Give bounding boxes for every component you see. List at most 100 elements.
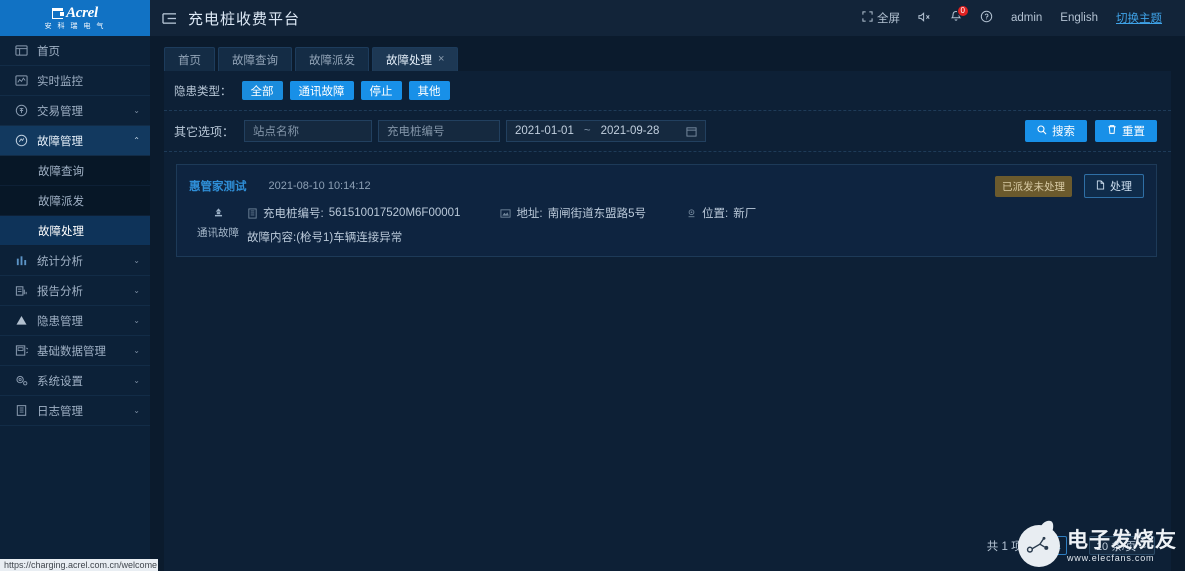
tab-fault-query[interactable]: 故障查询 — [218, 47, 292, 71]
fault-icon — [14, 134, 28, 148]
search-button[interactable]: 搜索 — [1025, 120, 1087, 142]
tab-label: 故障派发 — [309, 54, 355, 67]
help-button[interactable] — [971, 0, 1002, 36]
sidebar-item-hazard-management[interactable]: 隐患管理 ⌄ — [0, 306, 150, 336]
theme-switch[interactable]: 切换主题 — [1107, 0, 1171, 36]
other-options-label: 其它选项： — [174, 124, 235, 139]
hazard-type-label: 隐患类型： — [174, 85, 232, 98]
record-body: 通讯故障 充电桩编号: 561510017520M6F00001 地址: 南闸街… — [189, 205, 1144, 245]
sidebar-subitem-fault-dispatch[interactable]: 故障派发 — [0, 186, 150, 216]
language-switch[interactable]: English — [1051, 0, 1107, 36]
content-panel: 隐患类型： 全部 通讯故障 停止 其他 其它选项： 站点名称 充电桩编号 202… — [164, 71, 1171, 571]
station-name-input[interactable]: 站点名称 — [244, 120, 373, 142]
reset-button-label: 重置 — [1122, 126, 1145, 138]
menu-collapse-icon[interactable] — [160, 9, 178, 27]
user-name-label: admin — [1010, 12, 1043, 24]
search-button-label: 搜索 — [1052, 126, 1075, 138]
close-icon[interactable]: × — [438, 54, 444, 65]
position-label: 位置: — [702, 208, 729, 220]
document-icon — [1096, 180, 1105, 193]
pile-icon — [247, 207, 258, 219]
chevron-down-icon: ⌄ — [133, 316, 140, 325]
station-name: 惠管家测试 — [189, 181, 247, 193]
mute-button[interactable] — [909, 0, 941, 36]
chip-stop[interactable]: 停止 — [360, 81, 402, 100]
application-window: Acrel 安 科 瑞 电 气 首页 实时监控 交易管理 ⌄ 故障管理 ⌃ 故障… — [0, 0, 1185, 571]
sidebar-item-label: 基础数据管理 — [37, 345, 106, 358]
chevron-down-icon: ⌄ — [133, 106, 140, 115]
page-size-select[interactable]: 10 条/页 ⌄ — [1088, 536, 1155, 555]
tab-label: 故障查询 — [232, 54, 278, 67]
gear-icon — [14, 374, 28, 388]
fault-type-block: 通讯故障 — [189, 205, 247, 245]
prev-page-button[interactable]: ‹ — [1034, 540, 1042, 552]
date-start-value: 2021-01-01 — [515, 125, 574, 137]
fullscreen-button[interactable]: 全屏 — [853, 0, 909, 36]
sidebar-item-report-analysis[interactable]: 报告分析 ⌄ — [0, 276, 150, 306]
sidebar-item-label: 统计分析 — [37, 255, 83, 268]
communication-fault-icon — [212, 206, 225, 222]
station-name-placeholder: 站点名称 — [253, 126, 300, 138]
fault-record-card[interactable]: 惠管家测试 2021-08-10 10:14:12 已派发未处理 处理 通讯故障… — [176, 164, 1157, 257]
sidebar-item-label: 实时监控 — [37, 75, 83, 88]
page-number-1[interactable]: 1 — [1048, 536, 1068, 555]
pagination: 共 1 项 ‹ 1 › 10 条/页 ⌄ — [164, 536, 1171, 571]
tab-bar: 首页 故障查询 故障派发 故障处理 × — [150, 43, 1185, 71]
pile-number-input[interactable]: 充电桩编号 — [378, 120, 501, 142]
sidebar-item-label: 故障管理 — [37, 135, 83, 148]
tab-home[interactable]: 首页 — [164, 47, 215, 71]
date-range-separator: ~ — [583, 125, 591, 137]
chip-all[interactable]: 全部 — [241, 81, 283, 100]
chip-other[interactable]: 其他 — [408, 81, 450, 100]
home-icon — [14, 44, 28, 58]
chevron-down-icon: ⌄ — [1141, 541, 1148, 550]
language-label: English — [1060, 12, 1098, 24]
chevron-down-icon: ⌄ — [133, 406, 140, 415]
record-info-line-1: 充电桩编号: 561510017520M6F00001 地址: 南闸街道东盟路5… — [247, 205, 1144, 221]
sidebar-item-basic-data-management[interactable]: 基础数据管理 ⌄ — [0, 336, 150, 366]
tab-fault-handle[interactable]: 故障处理 × — [372, 47, 459, 71]
handle-button-label: 处理 — [1110, 181, 1132, 193]
sidebar: Acrel 安 科 瑞 电 气 首页 实时监控 交易管理 ⌄ 故障管理 ⌃ 故障… — [0, 0, 150, 571]
log-icon — [14, 404, 28, 418]
sidebar-menu: 首页 实时监控 交易管理 ⌄ 故障管理 ⌃ 故障查询 故障派发 故障处理 统计分… — [0, 36, 150, 571]
chevron-down-icon: ⌄ — [133, 346, 140, 355]
address-icon — [500, 208, 511, 219]
record-timestamp: 2021-08-10 10:14:12 — [268, 180, 371, 192]
sidebar-item-home[interactable]: 首页 — [0, 36, 150, 66]
sidebar-item-label: 日志管理 — [37, 405, 83, 418]
sidebar-subitem-fault-handle[interactable]: 故障处理 — [0, 216, 150, 246]
address-label: 地址: — [516, 208, 543, 220]
sidebar-subitem-fault-query[interactable]: 故障查询 — [0, 156, 150, 186]
trash-icon — [1107, 124, 1117, 138]
sidebar-item-fault-management[interactable]: 故障管理 ⌃ — [0, 126, 150, 156]
record-actions: 已派发未处理 处理 — [995, 174, 1144, 198]
sidebar-item-label: 隐患管理 — [37, 315, 83, 328]
chevron-down-icon: ⌄ — [133, 286, 140, 295]
database-icon — [14, 344, 28, 358]
handle-button[interactable]: 处理 — [1084, 174, 1144, 198]
sidebar-item-statistics[interactable]: 统计分析 ⌄ — [0, 246, 150, 276]
mute-icon — [918, 11, 932, 26]
pile-number-placeholder: 充电桩编号 — [387, 126, 445, 138]
position-cell: 位置: 新厂 — [686, 205, 756, 221]
next-page-button[interactable]: › — [1074, 540, 1082, 552]
tab-fault-dispatch[interactable]: 故障派发 — [295, 47, 369, 71]
chevron-up-icon: ⌃ — [133, 136, 140, 145]
filter-buttons: 搜索 重置 — [1025, 120, 1157, 142]
date-range-picker[interactable]: 2021-01-01 ~ 2021-09-28 — [506, 120, 707, 142]
browser-status-bar: https://charging.acrel.com.cn/welcome — [0, 559, 158, 571]
user-name[interactable]: admin — [1002, 0, 1051, 36]
pile-number-value: 561510017520M6F00001 — [328, 207, 461, 219]
chip-communication-fault[interactable]: 通讯故障 — [289, 81, 354, 100]
sidebar-item-realtime-monitor[interactable]: 实时监控 — [0, 66, 150, 96]
other-options-filter: 其它选项： 站点名称 充电桩编号 2021-01-01 ~ 2021-09-28 — [164, 111, 1171, 152]
sidebar-item-log-management[interactable]: 日志管理 ⌄ — [0, 396, 150, 426]
fullscreen-icon — [862, 11, 873, 25]
fault-record-list: 惠管家测试 2021-08-10 10:14:12 已派发未处理 处理 通讯故障… — [164, 152, 1171, 257]
reset-button[interactable]: 重置 — [1095, 120, 1157, 142]
sidebar-item-transaction[interactable]: 交易管理 ⌄ — [0, 96, 150, 126]
sidebar-item-system-settings[interactable]: 系统设置 ⌄ — [0, 366, 150, 396]
notification-button[interactable]: 0 — [941, 0, 971, 36]
acrel-logo-icon — [52, 8, 65, 19]
